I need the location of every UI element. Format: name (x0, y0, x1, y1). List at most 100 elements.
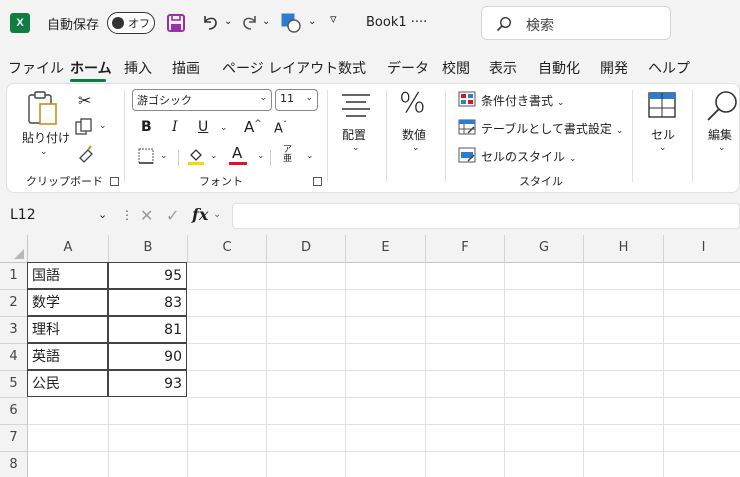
select-all-button[interactable] (0, 235, 28, 263)
percent-icon[interactable]: % (399, 86, 426, 119)
paste-label[interactable]: 貼り付け (22, 129, 70, 146)
cell-c4[interactable] (188, 344, 267, 371)
cell-b4[interactable]: 90 (108, 343, 187, 370)
row-header-1[interactable]: 1 (0, 263, 28, 290)
cell-f3[interactable] (426, 317, 505, 344)
insert-function-button[interactable]: fx (192, 205, 208, 224)
shapes-icon[interactable] (280, 12, 302, 34)
formula-bar-grip-icon[interactable]: ⋮ (121, 208, 133, 222)
cell-f8[interactable] (426, 452, 505, 477)
cell-h8[interactable] (584, 452, 664, 477)
cell-h2[interactable] (584, 290, 664, 317)
undo-dropdown-icon[interactable]: ⌄ (224, 16, 232, 27)
editing-search-icon[interactable] (704, 89, 740, 121)
cell-i4[interactable] (664, 344, 740, 371)
tab-formulas[interactable]: 数式 (338, 58, 366, 78)
cell-g7[interactable] (505, 425, 584, 452)
format-as-table-icon[interactable] (458, 119, 476, 135)
cell-b7[interactable] (109, 425, 188, 452)
format-as-table-button[interactable]: テーブルとして書式設定 ⌄ (481, 120, 623, 137)
formula-input[interactable] (232, 203, 740, 229)
number-label[interactable]: 数値 (402, 126, 426, 143)
cell-b1[interactable]: 95 (108, 262, 187, 289)
cell-d3[interactable] (267, 317, 346, 344)
cell-d8[interactable] (267, 452, 346, 477)
cell-h6[interactable] (584, 398, 664, 425)
editing-label[interactable]: 編集 (708, 126, 732, 143)
tab-review[interactable]: 校閲 (442, 58, 470, 78)
cell-h1[interactable] (584, 263, 664, 290)
cell-c5[interactable] (188, 371, 267, 398)
cell-d7[interactable] (267, 425, 346, 452)
cell-b5[interactable]: 93 (108, 370, 187, 397)
conditional-format-button[interactable]: 条件付き書式 ⌄ (481, 92, 564, 109)
cell-e5[interactable] (346, 371, 426, 398)
tab-insert[interactable]: 挿入 (124, 58, 152, 78)
column-header-d[interactable]: D (267, 235, 346, 263)
alignment-dropdown-icon[interactable]: ⌄ (352, 143, 360, 153)
document-title[interactable]: Book1 ···· (366, 15, 427, 30)
cells-label[interactable]: セル (651, 126, 675, 143)
cell-f2[interactable] (426, 290, 505, 317)
cells-icon[interactable] (647, 91, 677, 119)
cell-i8[interactable] (664, 452, 740, 477)
underline-button[interactable]: U (198, 119, 208, 135)
shrink-font-button[interactable]: Aˇ (274, 120, 287, 136)
cell-a7[interactable] (28, 425, 109, 452)
cell-h3[interactable] (584, 317, 664, 344)
name-box-dropdown-icon[interactable]: ⌄ (98, 208, 107, 221)
cell-e7[interactable] (346, 425, 426, 452)
row-header-7[interactable]: 7 (0, 425, 28, 452)
column-header-a[interactable]: A (28, 235, 109, 263)
row-header-4[interactable]: 4 (0, 344, 28, 371)
tab-help[interactable]: ヘルプ (648, 58, 690, 78)
cell-c6[interactable] (188, 398, 267, 425)
cell-h7[interactable] (584, 425, 664, 452)
cell-i2[interactable] (664, 290, 740, 317)
format-painter-icon[interactable] (76, 144, 96, 164)
cell-f1[interactable] (426, 263, 505, 290)
cell-f7[interactable] (426, 425, 505, 452)
redo-icon[interactable] (240, 12, 260, 32)
phonetic-guide-icon[interactable]: ア亜 (283, 146, 292, 164)
grow-font-button[interactable]: A^ (244, 118, 262, 136)
cell-a8[interactable] (28, 452, 109, 477)
cell-e2[interactable] (346, 290, 426, 317)
tab-developer[interactable]: 開発 (600, 58, 628, 78)
column-header-c[interactable]: C (188, 235, 267, 263)
row-header-8[interactable]: 8 (0, 452, 28, 477)
cut-icon[interactable]: ✂ (78, 91, 91, 110)
cell-e8[interactable] (346, 452, 426, 477)
font-color-dropdown-icon[interactable]: ⌄ (257, 151, 265, 161)
cell-c2[interactable] (188, 290, 267, 317)
underline-dropdown-icon[interactable]: ⌄ (220, 123, 228, 133)
cell-f4[interactable] (426, 344, 505, 371)
font-size-select[interactable]: 11 ⌄ (275, 89, 318, 111)
cell-c1[interactable] (188, 263, 267, 290)
cell-b2[interactable]: 83 (108, 289, 187, 316)
redo-dropdown-icon[interactable]: ⌄ (262, 16, 270, 27)
undo-icon[interactable] (200, 12, 220, 32)
column-header-h[interactable]: H (584, 235, 664, 263)
tab-page-layout[interactable]: ページ レイアウト (222, 58, 338, 78)
fill-color-icon[interactable] (186, 146, 206, 166)
cell-d1[interactable] (267, 263, 346, 290)
clipboard-launcher-icon[interactable] (110, 177, 119, 186)
font-color-button[interactable]: A (232, 144, 242, 162)
font-name-select[interactable]: 游ゴシック ⌄ (132, 89, 272, 111)
search-box[interactable]: 検索 (481, 6, 671, 40)
tab-home[interactable]: ホーム (70, 58, 112, 78)
paste-icon[interactable] (26, 90, 60, 126)
cell-i7[interactable] (664, 425, 740, 452)
tab-automate[interactable]: 自動化 (538, 58, 580, 78)
row-header-2[interactable]: 2 (0, 290, 28, 317)
cell-i5[interactable] (664, 371, 740, 398)
cell-e1[interactable] (346, 263, 426, 290)
cell-a4[interactable]: 英語 (27, 343, 108, 370)
cell-a1[interactable]: 国語 (27, 262, 108, 289)
cell-h4[interactable] (584, 344, 664, 371)
row-header-6[interactable]: 6 (0, 398, 28, 425)
cell-g3[interactable] (505, 317, 584, 344)
cell-b6[interactable] (109, 398, 188, 425)
column-header-i[interactable]: I (664, 235, 740, 263)
